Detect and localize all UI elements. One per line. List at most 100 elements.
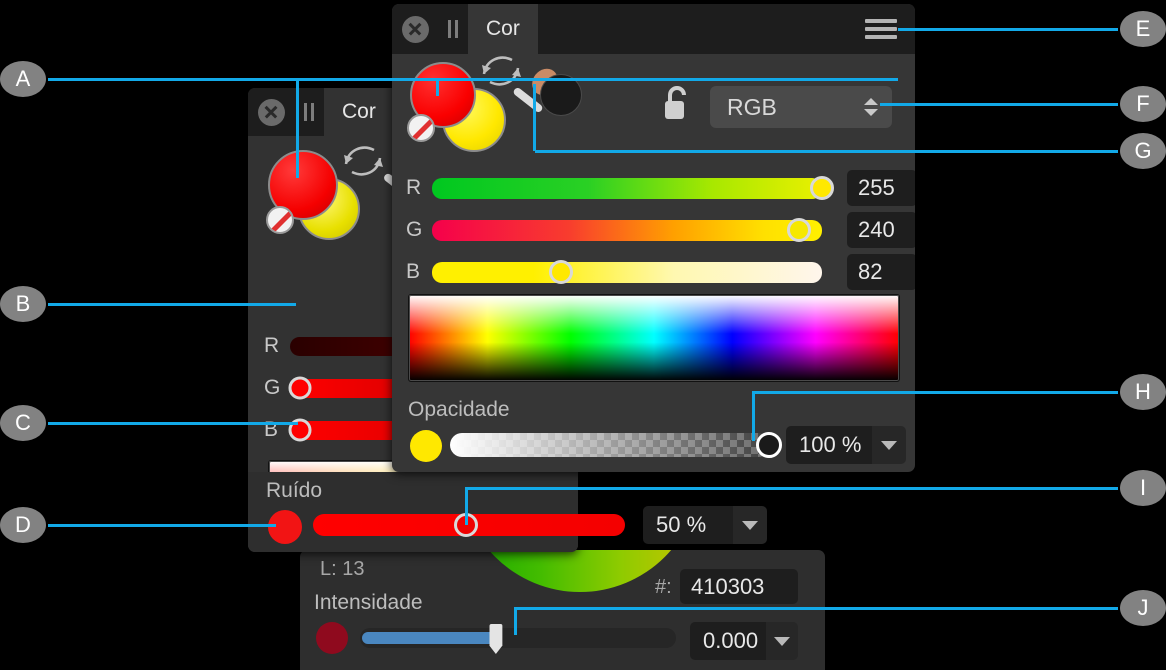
callout-h: H xyxy=(1120,374,1166,410)
callout-h-label: H xyxy=(1135,379,1151,404)
callout-leader-g xyxy=(535,150,1118,153)
front-tab-cor[interactable]: Cor xyxy=(468,4,538,54)
back-swatch-cluster xyxy=(266,146,428,248)
callout-i-label: I xyxy=(1139,475,1147,500)
intensity-swatch[interactable] xyxy=(316,622,348,654)
callout-leader-a-branch2 xyxy=(436,78,439,96)
front-value-g[interactable]: 240 xyxy=(847,212,915,248)
back-tab-label: Cor xyxy=(342,100,376,123)
color-model-dropdown[interactable]: RGB xyxy=(710,86,892,128)
callout-f-label: F xyxy=(1136,91,1150,116)
opacity-slider[interactable] xyxy=(450,433,770,457)
bottom-color-panel: L: 13 #: 410303 Intensidade 0.000 xyxy=(300,550,825,670)
callout-d-label: D xyxy=(15,512,31,537)
callout-leader-i-branch xyxy=(465,487,468,525)
color-model-value: RGB xyxy=(727,93,777,120)
front-pause-button[interactable] xyxy=(438,4,468,54)
callout-b: B xyxy=(0,286,46,322)
callout-g: G xyxy=(1120,133,1166,169)
chevron-down-icon xyxy=(864,109,878,116)
chevron-down-icon xyxy=(742,520,758,530)
back-no-color-icon[interactable] xyxy=(266,206,294,234)
callout-leader-h-branch xyxy=(752,391,755,441)
callout-leader-a xyxy=(48,78,898,81)
front-tabbar: Cor xyxy=(392,4,915,54)
front-channel-row-g: G 240 xyxy=(406,212,915,248)
hex-field[interactable]: 410303 xyxy=(680,569,798,604)
opacity-dropdown-button[interactable] xyxy=(872,426,906,464)
noise-label-visible: Ruído xyxy=(266,479,323,502)
opacity-stepper[interactable]: 100 % xyxy=(786,426,906,464)
pause-icon xyxy=(448,20,458,38)
opacity-knob[interactable] xyxy=(756,432,782,458)
front-color-dialog: Cor RGB R 255 G 240 B 82 Opacidade 100 % xyxy=(392,4,915,472)
chevron-down-icon xyxy=(774,636,790,646)
spinner-arrows-icon[interactable] xyxy=(864,98,892,116)
callout-leader-b xyxy=(48,303,296,306)
intensity-fill xyxy=(362,632,498,644)
chevron-down-icon xyxy=(881,440,897,450)
intensity-stepper[interactable]: 0.000 xyxy=(690,622,798,660)
noise-value[interactable]: 50 % xyxy=(643,506,733,544)
front-channel-label-r: R xyxy=(406,176,422,199)
noise-swatch-visible[interactable] xyxy=(268,510,302,544)
back-knob-g[interactable] xyxy=(288,376,312,400)
opacity-label: Opacidade xyxy=(408,398,510,421)
front-color-field[interactable] xyxy=(408,294,900,382)
callout-f: F xyxy=(1120,86,1166,122)
callout-c-label: C xyxy=(15,410,31,435)
hex-label: #: xyxy=(655,576,672,598)
noise-dropdown-button[interactable] xyxy=(733,506,767,544)
callout-leader-d xyxy=(48,524,276,527)
front-channel-row-b: B 82 xyxy=(406,254,915,290)
front-no-color-icon[interactable] xyxy=(407,114,435,142)
opacity-value[interactable]: 100 % xyxy=(786,426,872,464)
hamburger-menu-icon xyxy=(865,19,897,39)
callout-leader-c xyxy=(48,422,298,425)
callout-b-label: B xyxy=(15,291,31,316)
luminance-value: L: 13 xyxy=(320,558,365,580)
intensity-value[interactable]: 0.000 xyxy=(690,622,766,660)
back-channel-label-r: R xyxy=(264,334,280,357)
callout-e-label: E xyxy=(1135,16,1151,41)
callout-a-label: A xyxy=(15,66,31,91)
close-circle-icon xyxy=(401,15,429,43)
callout-j-label: J xyxy=(1137,595,1149,620)
front-value-b[interactable]: 82 xyxy=(847,254,915,290)
callout-leader-a-branch xyxy=(296,78,299,178)
back-pause-button[interactable] xyxy=(294,88,324,136)
noise-stepper[interactable]: 50 % xyxy=(643,506,767,544)
front-channel-label-g: G xyxy=(406,218,423,241)
intensity-dropdown-button[interactable] xyxy=(766,622,798,660)
front-tab-label: Cor xyxy=(486,17,520,40)
intensity-slider[interactable] xyxy=(360,624,676,654)
back-tab-cor[interactable]: Cor xyxy=(324,88,394,136)
front-channel-row-r: R 255 xyxy=(406,170,915,206)
callout-leader-h xyxy=(754,391,1118,394)
callout-a: A xyxy=(0,61,46,97)
open-padlock-icon[interactable] xyxy=(660,82,694,126)
noise-slider-visible[interactable] xyxy=(313,513,625,537)
intensity-label: Intensidade xyxy=(314,591,423,614)
opacity-swatch[interactable] xyxy=(410,430,442,462)
front-slider-r[interactable] xyxy=(432,176,834,200)
front-knob-g[interactable] xyxy=(786,218,811,242)
front-value-r[interactable]: 255 xyxy=(847,170,915,206)
callout-leader-e xyxy=(898,28,1118,31)
callout-leader-j-branch xyxy=(514,607,517,635)
front-close-button[interactable] xyxy=(392,4,438,54)
callout-j: J xyxy=(1120,590,1166,626)
front-slider-g[interactable] xyxy=(432,218,822,242)
front-slider-b[interactable] xyxy=(432,260,822,284)
back-close-button[interactable] xyxy=(248,88,294,136)
callout-g-label: G xyxy=(1134,138,1152,163)
front-knob-r[interactable] xyxy=(810,176,834,200)
callout-c: C xyxy=(0,405,46,441)
screenshot-stage: L: 13 #: 410303 Intensidade 0.000 Cor R … xyxy=(0,0,1166,670)
intensity-knob[interactable] xyxy=(489,624,503,654)
back-channel-label-g: G xyxy=(264,376,281,399)
callout-leader-g-branch xyxy=(533,84,536,151)
callout-leader-j xyxy=(516,607,1118,610)
front-knob-b[interactable] xyxy=(548,260,573,284)
pause-icon xyxy=(304,103,314,121)
